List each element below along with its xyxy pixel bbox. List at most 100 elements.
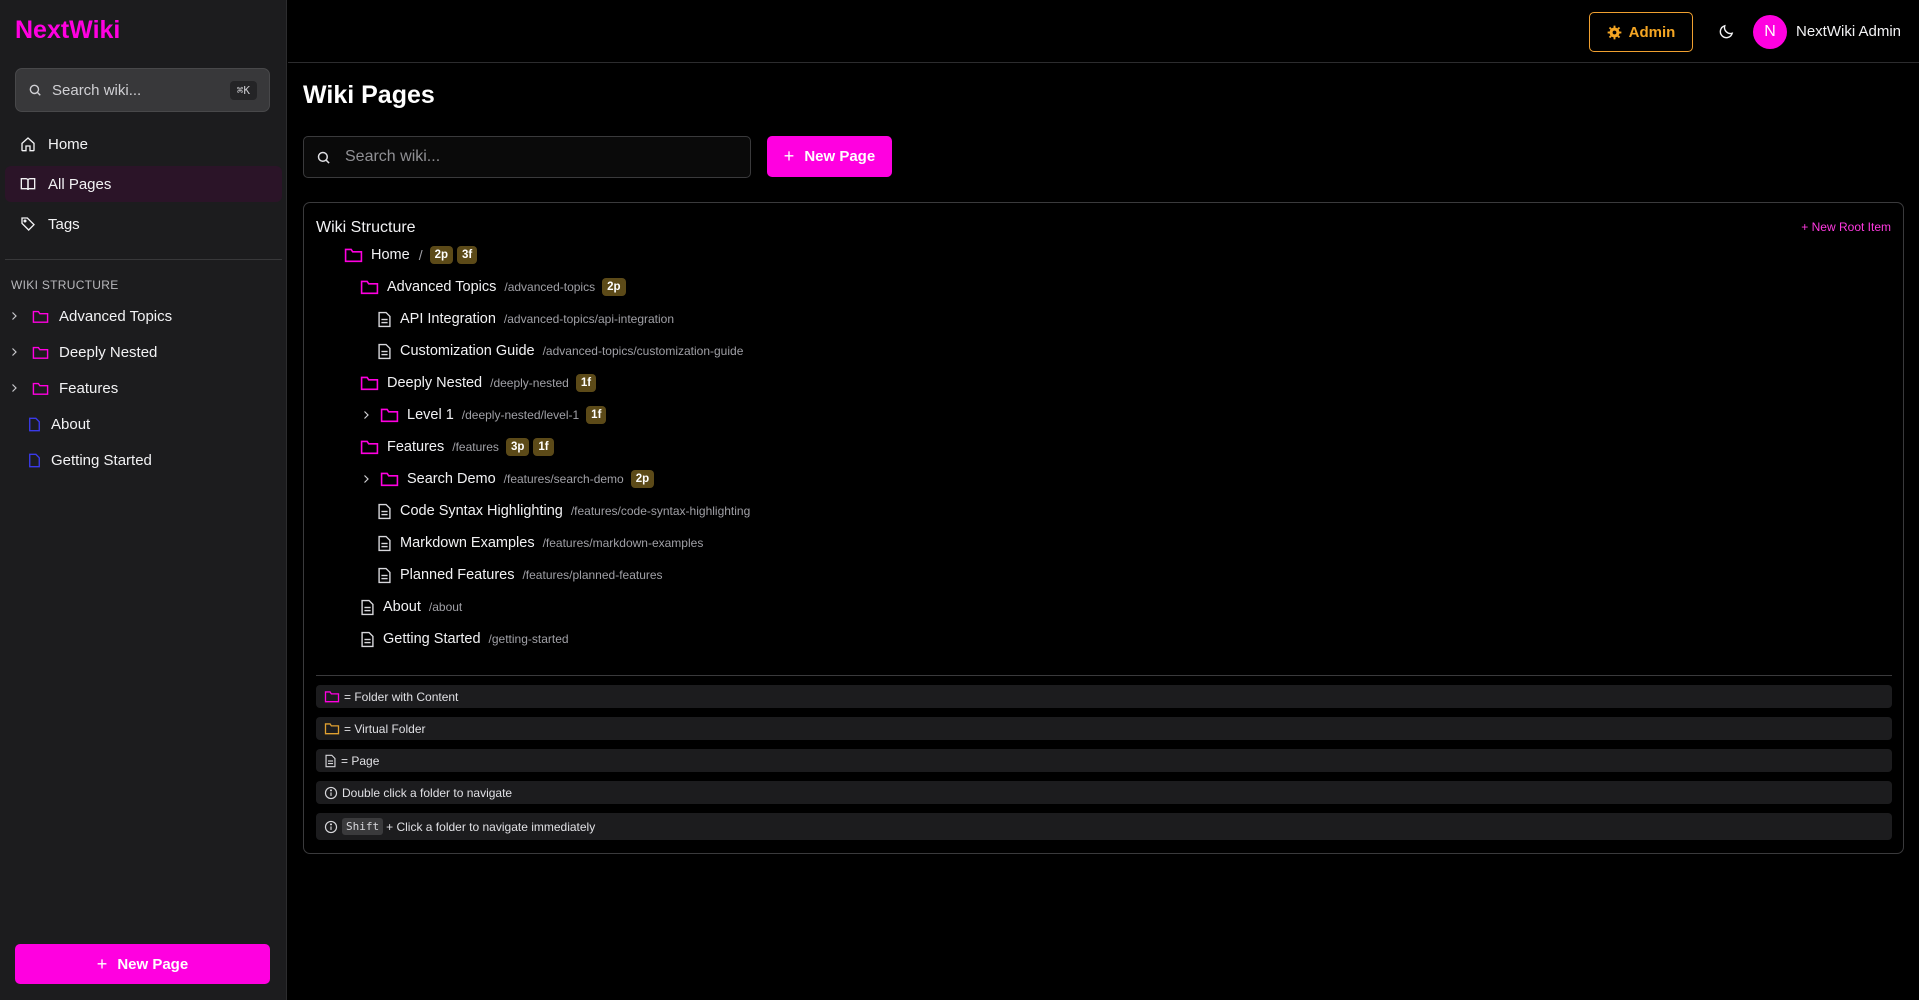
sidebar-structure-label: Features <box>59 379 119 397</box>
main-search-placeholder: Search wiki... <box>345 148 441 165</box>
moon-icon <box>1718 23 1735 40</box>
tree-row-path: /features/markdown-examples <box>542 536 704 550</box>
page-icon <box>360 599 375 616</box>
folder-virtual-icon <box>324 722 340 735</box>
tree-row-name: Search Demo <box>407 471 496 487</box>
brand-logo[interactable]: NextWiki <box>15 16 120 45</box>
main-search-input[interactable]: Search wiki... <box>303 136 751 178</box>
chevron-right-icon[interactable] <box>8 382 22 394</box>
plus-icon: + <box>96 953 108 974</box>
chevron-right-icon[interactable] <box>360 473 374 485</box>
tree-row-code-syntax-highlighting[interactable]: Code Syntax Highlighting /features/code-… <box>377 499 750 523</box>
admin-label: Admin <box>1628 23 1676 41</box>
tree-row-home[interactable]: Home / 2p 3f <box>344 243 478 267</box>
legend-text: + Click a folder to navigate immediately <box>386 819 596 834</box>
folders-count-badge: 1f <box>575 374 597 392</box>
sidebar-new-page-button[interactable]: + New Page <box>15 944 270 984</box>
tree-row-path: /deeply-nested <box>490 376 569 390</box>
tree-row-deeply-nested[interactable]: Deeply Nested /deeply-nested 1f <box>360 371 597 395</box>
legend-text: Double click a folder to navigate <box>342 785 513 800</box>
sidebar-structure-item[interactable]: Advanced Topics <box>0 298 287 334</box>
tree-row-api-integration[interactable]: API Integration /advanced-topics/api-int… <box>377 307 674 331</box>
avatar[interactable]: N <box>1753 15 1787 49</box>
tree-row-name: Home <box>371 247 410 263</box>
page-icon <box>377 567 392 584</box>
page-icon <box>324 754 337 768</box>
home-icon <box>20 136 36 152</box>
tree-row-planned-features[interactable]: Planned Features /features/planned-featu… <box>377 563 663 587</box>
sidebar-new-page-label: New Page <box>117 955 189 973</box>
user-name[interactable]: NextWiki Admin <box>1796 23 1901 40</box>
tree-row-name: Deeply Nested <box>387 375 483 391</box>
sidebar-structure-item[interactable]: Getting Started <box>0 442 287 478</box>
sidebar-structure-tree: Advanced Topics Deeply Nested Features A… <box>0 298 287 478</box>
theme-toggle-button[interactable] <box>1713 18 1739 44</box>
sidebar-item-label: All Pages <box>48 175 112 193</box>
tree-row-path: /advanced-topics/api-integration <box>503 312 675 326</box>
folder-icon <box>32 309 49 324</box>
tree-row-name: Advanced Topics <box>387 279 497 295</box>
legend-double-click-hint: Double click a folder to navigate <box>316 781 1892 804</box>
sidebar-structure-item[interactable]: Deeply Nested <box>0 334 287 370</box>
tree-row-getting-started[interactable]: Getting Started /getting-started <box>360 627 569 651</box>
sidebar-item-all-pages[interactable]: All Pages <box>5 166 282 202</box>
folder-icon <box>360 279 379 295</box>
tree-row-features[interactable]: Features /features 3p 1f <box>360 435 554 459</box>
tree-row-name: Planned Features <box>400 567 515 583</box>
tree-row-name: Code Syntax Highlighting <box>400 503 563 519</box>
tree-row-name: API Integration <box>400 311 496 327</box>
tree-row-about[interactable]: About /about <box>360 595 462 619</box>
sidebar-item-tags[interactable]: Tags <box>5 206 282 242</box>
wiki-structure-title: Wiki Structure <box>316 219 416 236</box>
sidebar-structure-item[interactable]: About <box>0 406 287 442</box>
tree-row-name: Getting Started <box>383 631 481 647</box>
chevron-right-icon[interactable] <box>8 310 22 322</box>
legend-folder-content: = Folder with Content <box>316 685 1892 708</box>
tree-row-path: /deeply-nested/level-1 <box>461 408 580 422</box>
tree-row-path: /advanced-topics/customization-guide <box>542 344 744 358</box>
page-icon <box>377 311 392 328</box>
tree-row-customization-guide[interactable]: Customization Guide /advanced-topics/cus… <box>377 339 743 363</box>
sidebar-nav: Home All Pages Tags <box>5 126 282 246</box>
new-page-button[interactable]: + New Page <box>767 136 892 177</box>
search-icon <box>316 150 331 165</box>
app-root: NextWiki Search wiki... ⌘K Home All Page… <box>0 0 1919 1000</box>
folder-icon <box>344 247 363 263</box>
tree-row-path: /features/planned-features <box>522 568 663 582</box>
chevron-right-icon[interactable] <box>8 346 22 358</box>
top-bar: Admin N NextWiki Admin <box>288 0 1919 63</box>
info-icon <box>324 786 338 800</box>
tree-row-name: Markdown Examples <box>400 535 535 551</box>
legend-shift-click-hint: Shift + Click a folder to navigate immed… <box>316 813 1892 840</box>
admin-button[interactable]: Admin <box>1589 12 1693 52</box>
tree-row-markdown-examples[interactable]: Markdown Examples /features/markdown-exa… <box>377 531 703 555</box>
folder-icon <box>360 375 379 391</box>
pages-count-badge: 2p <box>429 246 453 264</box>
chevron-right-icon[interactable] <box>360 409 374 421</box>
folder-content-icon <box>324 690 340 703</box>
folder-icon <box>380 471 399 487</box>
tree-row-name: Level 1 <box>407 407 454 423</box>
sidebar-item-home[interactable]: Home <box>5 126 282 162</box>
legend-text: = Folder with Content <box>344 689 459 704</box>
sidebar-search-placeholder: Search wiki... <box>52 81 142 99</box>
tree-row-name: About <box>383 599 421 615</box>
sidebar-structure-label: About <box>51 415 91 433</box>
gear-icon <box>1607 25 1622 40</box>
folder-icon <box>32 381 49 396</box>
sidebar-search[interactable]: Search wiki... ⌘K <box>15 68 270 112</box>
search-icon <box>28 83 42 97</box>
tree-row-level-1[interactable]: Level 1 /deeply-nested/level-1 1f <box>360 403 607 427</box>
page-icon <box>377 535 392 552</box>
page-icon <box>360 631 375 648</box>
search-shortcut-badge: ⌘K <box>229 80 257 100</box>
sidebar-item-label: Tags <box>48 215 80 233</box>
card-divider <box>316 675 1892 676</box>
sidebar-structure-item[interactable]: Features <box>0 370 287 406</box>
new-root-item-link[interactable]: + New Root Item <box>1801 220 1891 234</box>
tree-row-advanced-topics[interactable]: Advanced Topics /advanced-topics 2p <box>360 275 626 299</box>
plus-icon: + <box>783 146 795 166</box>
new-page-label: New Page <box>804 148 876 165</box>
tree-row-search-demo[interactable]: Search Demo /features/search-demo 2p <box>360 467 655 491</box>
legend-text: = Page <box>341 753 380 768</box>
